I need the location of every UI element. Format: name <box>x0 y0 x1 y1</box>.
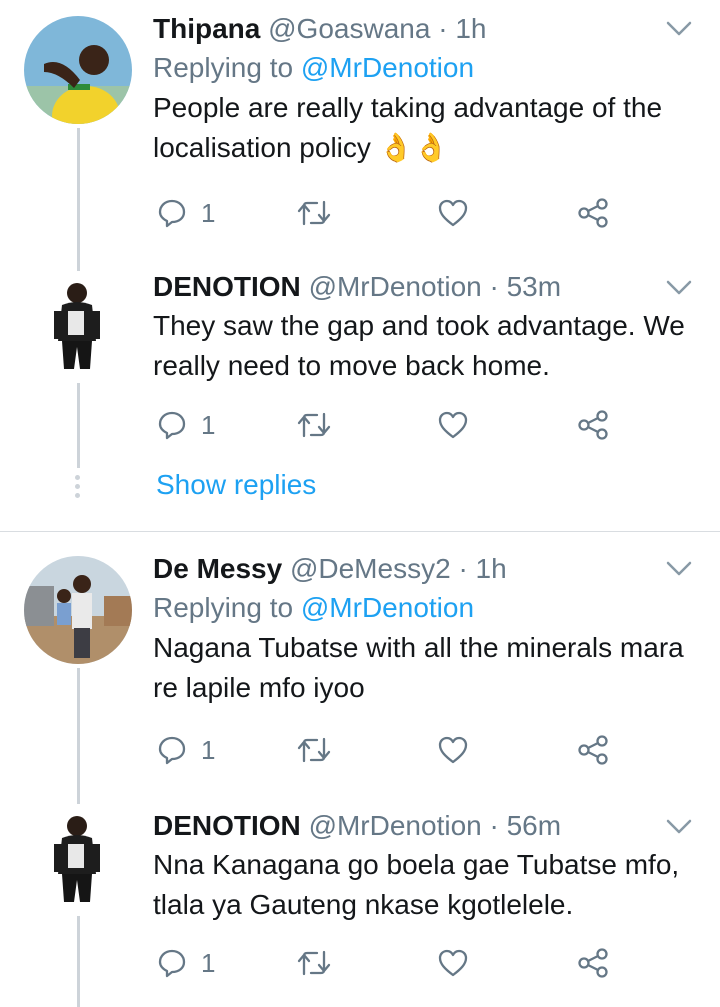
separator: · <box>489 810 499 841</box>
display-name[interactable]: DENOTION <box>153 271 301 302</box>
tweet-actions: 1 <box>153 193 623 233</box>
tweet-2[interactable]: DENOTION @MrDenotion · 53m They saw the … <box>0 255 720 530</box>
retweet-button[interactable] <box>297 943 331 983</box>
avatar[interactable] <box>24 271 132 379</box>
retweet-button[interactable] <box>297 730 331 770</box>
mention-link[interactable]: @MrDenotion <box>301 592 474 623</box>
tweet-header: DENOTION @MrDenotion · 53m <box>153 270 690 304</box>
share-icon <box>578 948 608 978</box>
retweet-icon <box>297 200 331 226</box>
thread-line <box>77 128 80 255</box>
share-icon <box>578 198 608 228</box>
reply-icon <box>158 199 186 228</box>
tweet-header: Thipana @Goaswana · 1h <box>153 12 690 46</box>
replying-to: Replying to @MrDenotion <box>153 590 690 626</box>
retweet-icon <box>297 412 331 438</box>
reply-icon <box>158 949 186 978</box>
tweet-4[interactable]: DENOTION @MrDenotion · 56m Nna Kanagana … <box>0 792 720 1007</box>
tweet-1[interactable]: Thipana @Goaswana · 1h Replying to @MrDe… <box>0 0 720 255</box>
like-icon <box>438 199 468 227</box>
thread-line <box>77 792 80 804</box>
display-name[interactable]: De Messy <box>153 553 282 584</box>
reply-button[interactable]: 1 <box>157 730 215 770</box>
like-icon <box>438 949 468 977</box>
tweet-text: Nagana Tubatse with all the minerals mar… <box>153 632 684 703</box>
like-icon <box>438 411 468 439</box>
like-button[interactable] <box>437 730 469 770</box>
share-button[interactable] <box>577 193 609 233</box>
tweet-actions: 1 <box>153 943 623 983</box>
reply-icon <box>158 411 186 440</box>
tweet-3[interactable]: De Messy @DeMessy2 · 1h Replying to @MrD… <box>0 532 720 792</box>
thread-line <box>77 255 80 271</box>
tweet-text: They saw the gap and took advantage. We … <box>153 310 685 381</box>
avatar[interactable] <box>24 16 132 124</box>
mention-link[interactable]: @MrDenotion <box>301 52 474 83</box>
display-name[interactable]: Thipana <box>153 13 260 44</box>
separator: · <box>458 553 468 584</box>
avatar[interactable] <box>24 556 132 664</box>
reply-icon <box>158 736 186 765</box>
reply-count: 1 <box>201 409 216 440</box>
share-icon <box>578 735 608 765</box>
like-button[interactable] <box>437 943 469 983</box>
replying-to-label: Replying to <box>153 52 294 83</box>
thread-dots <box>75 475 81 502</box>
user-handle[interactable]: @MrDenotion <box>309 810 482 841</box>
reply-button[interactable]: 1 <box>157 193 215 233</box>
tweet-actions: 1 <box>153 405 623 445</box>
replying-to-label: Replying to <box>153 592 294 623</box>
share-button[interactable] <box>577 943 609 983</box>
display-name[interactable]: DENOTION <box>153 810 301 841</box>
share-button[interactable] <box>577 730 609 770</box>
retweet-button[interactable] <box>297 193 331 233</box>
retweet-icon <box>297 737 331 763</box>
reply-count: 1 <box>201 734 216 765</box>
tweet-text: People are really taking advantage of th… <box>153 92 663 163</box>
tweet-header: De Messy @DeMessy2 · 1h <box>153 552 690 586</box>
user-handle[interactable]: @DeMessy2 <box>290 553 451 584</box>
timestamp[interactable]: 1h <box>476 553 507 584</box>
reply-button[interactable]: 1 <box>157 943 215 983</box>
user-handle[interactable]: @Goaswana <box>268 13 430 44</box>
replying-to: Replying to @MrDenotion <box>153 50 690 86</box>
thread-line <box>77 668 80 792</box>
timestamp[interactable]: 1h <box>455 13 486 44</box>
share-icon <box>578 410 608 440</box>
reply-count: 1 <box>201 947 216 978</box>
retweet-icon <box>297 950 331 976</box>
tweet-actions: 1 <box>153 730 623 770</box>
user-handle[interactable]: @MrDenotion <box>309 271 482 302</box>
show-replies-link[interactable]: Show replies <box>156 469 316 501</box>
thread-line <box>77 383 80 468</box>
like-button[interactable] <box>437 193 469 233</box>
like-icon <box>438 736 468 764</box>
like-button[interactable] <box>437 405 469 445</box>
retweet-button[interactable] <box>297 405 331 445</box>
thread-line <box>77 916 80 1007</box>
reply-count: 1 <box>201 197 216 228</box>
share-button[interactable] <box>577 405 609 445</box>
timestamp[interactable]: 56m <box>507 810 561 841</box>
tweet-text: Nna Kanagana go boela gae Tubatse mfo, t… <box>153 849 680 920</box>
tweet-header: DENOTION @MrDenotion · 56m <box>153 809 690 843</box>
avatar[interactable] <box>24 804 132 912</box>
separator: · <box>489 271 499 302</box>
separator: · <box>438 13 448 44</box>
timestamp[interactable]: 53m <box>507 271 561 302</box>
reply-button[interactable]: 1 <box>157 405 215 445</box>
